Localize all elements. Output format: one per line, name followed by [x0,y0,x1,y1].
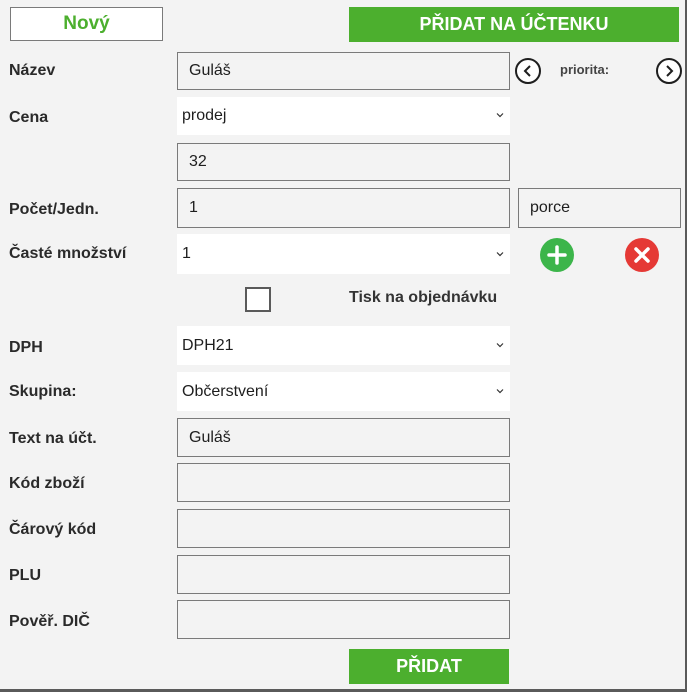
vat-value: DPH21 [182,337,234,354]
add-quantity-button[interactable] [540,238,574,272]
chevron-down-icon [496,389,504,394]
price-label: Cena [9,109,49,126]
receipt-text-field[interactable]: Guláš [177,418,510,457]
frequent-quantity-label: Časté množství [9,245,127,262]
chevron-left-icon [523,65,531,77]
priority-label: priorita: [560,62,610,77]
plu-field[interactable] [177,555,510,594]
name-field[interactable]: Guláš [177,52,510,90]
print-on-order-checkbox[interactable] [245,287,271,312]
tax-id-field[interactable] [177,600,510,639]
price-type-value: prodej [182,107,227,124]
frequent-quantity-select[interactable]: 1 [177,234,510,274]
name-label: Název [9,62,56,79]
close-icon [634,247,650,263]
chevron-down-icon [496,252,504,257]
price-field[interactable]: 32 [177,143,510,181]
barcode-field[interactable] [177,509,510,548]
receipt-text-label: Text na účt. [9,430,97,447]
chevron-right-icon [666,65,674,77]
product-code-label: Kód zboží [9,475,85,492]
priority-increase-button[interactable] [656,58,682,84]
product-code-field[interactable] [177,463,510,502]
quantity-label: Počet/Jedn. [9,201,99,218]
group-select[interactable]: Občerstvení [177,372,510,411]
group-label: Skupina: [9,383,77,400]
add-button[interactable]: PŘIDAT [349,649,509,684]
tax-id-label: Pověř. DIČ [9,613,90,630]
new-button[interactable]: Nový [10,7,163,41]
vat-label: DPH [9,339,43,356]
frequent-quantity-value: 1 [182,245,191,262]
unit-field[interactable]: porce [518,188,681,228]
quantity-field[interactable]: 1 [177,188,510,228]
remove-quantity-button[interactable] [625,238,659,272]
add-to-receipt-button[interactable]: PŘIDAT NA ÚČTENKU [349,7,679,42]
plu-label: PLU [9,567,41,584]
chevron-down-icon [496,343,504,348]
vat-select[interactable]: DPH21 [177,326,510,365]
chevron-down-icon [496,113,504,118]
plus-icon [547,245,567,265]
price-type-select[interactable]: prodej [177,97,510,135]
priority-decrease-button[interactable] [515,58,541,84]
group-value: Občerstvení [182,383,269,400]
print-on-order-label: Tisk na objednávku [349,289,498,306]
barcode-label: Čárový kód [9,521,97,538]
